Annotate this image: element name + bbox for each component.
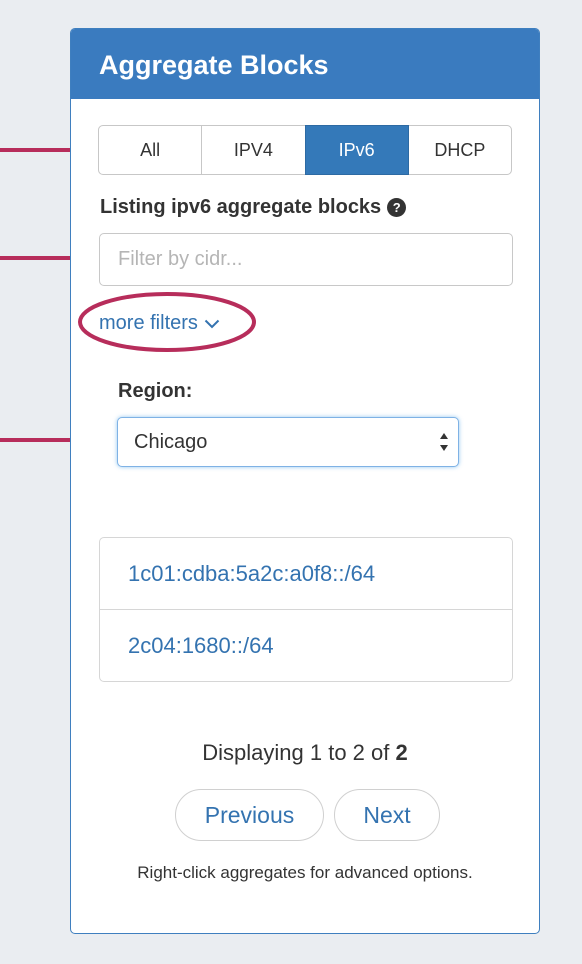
list-item[interactable]: 2c04:1680::/64	[100, 609, 512, 681]
listing-label: Listing ipv6 aggregate blocks	[100, 196, 382, 218]
tab-ipv6[interactable]: IPv6	[304, 125, 409, 175]
pagination-total: 2	[395, 740, 408, 765]
aggregate-block-list: 1c01:cdba:5a2c:a0f8::/64 2c04:1680::/64	[99, 537, 513, 682]
tab-ipv4[interactable]: IPV4	[201, 125, 306, 175]
previous-button[interactable]: Previous	[175, 789, 324, 841]
region-select[interactable]: Chicago	[117, 417, 459, 467]
chevron-down-icon	[204, 319, 220, 328]
cidr-filter-input[interactable]	[99, 233, 513, 286]
panel-title: Aggregate Blocks	[71, 29, 539, 99]
more-filters-label: more filters	[99, 312, 198, 334]
list-item[interactable]: 1c01:cdba:5a2c:a0f8::/64	[100, 538, 512, 609]
ip-type-tabs: All IPV4 IPv6 DHCP	[98, 125, 512, 175]
listing-heading: Listing ipv6 aggregate blocks ?	[100, 196, 407, 219]
select-arrows-icon	[440, 433, 448, 451]
pagination-status: Displaying 1 to 2 of 2	[71, 740, 539, 766]
question-circle-icon[interactable]: ?	[387, 198, 407, 217]
aggregate-blocks-panel: Aggregate Blocks All IPV4 IPv6 DHCP List…	[70, 28, 540, 934]
right-click-hint: Right-click aggregates for advanced opti…	[137, 863, 473, 882]
more-filters-toggle[interactable]: more filters	[99, 312, 220, 335]
region-selected-value: Chicago	[134, 430, 208, 453]
tab-dhcp[interactable]: DHCP	[407, 125, 512, 175]
pager: Previous Next	[175, 789, 440, 841]
tab-all[interactable]: All	[98, 125, 203, 175]
region-label: Region:	[118, 380, 193, 402]
pagination-status-text: Displaying 1 to 2 of	[202, 740, 396, 765]
next-button[interactable]: Next	[334, 789, 440, 841]
